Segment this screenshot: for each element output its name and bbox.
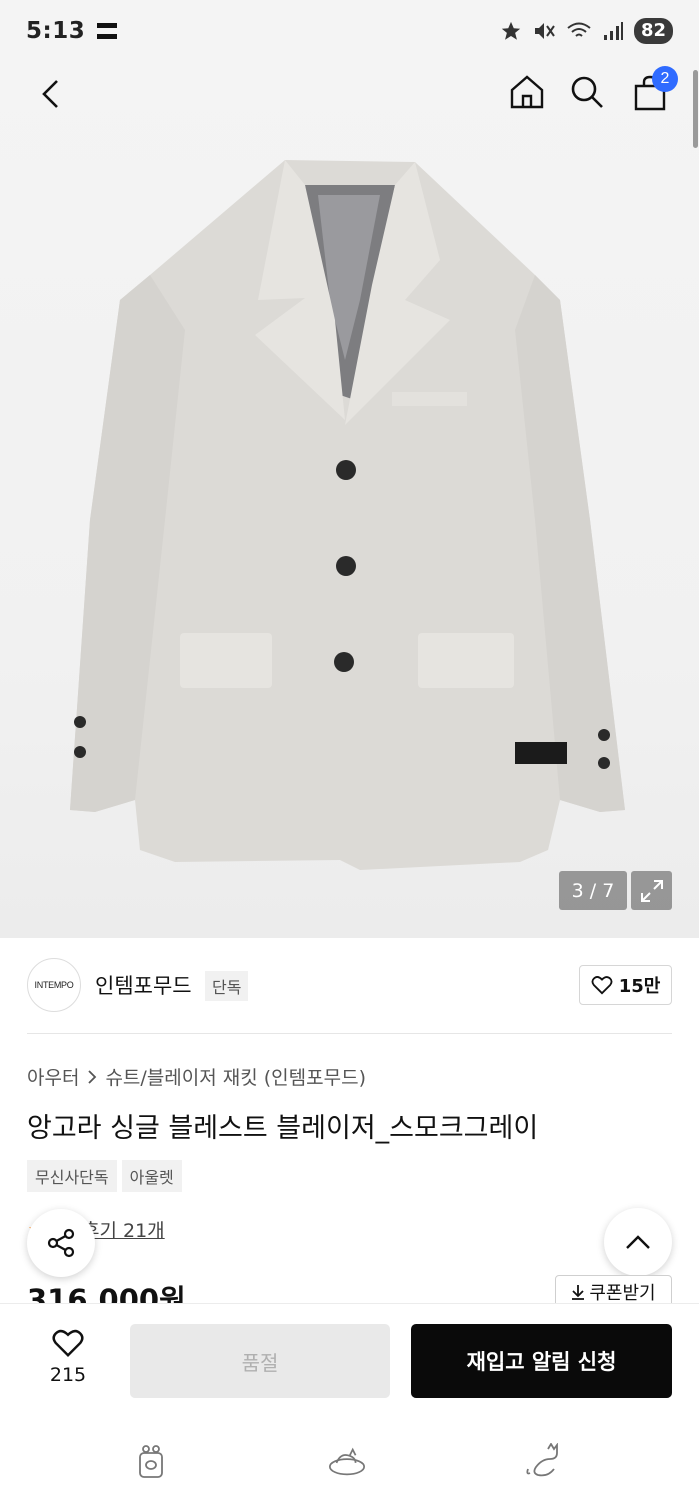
product-image-blazer bbox=[70, 160, 625, 870]
brand-row: INTEMPO 인템포무드 단독 15만 bbox=[27, 956, 672, 1016]
status-time: 5:13 bbox=[26, 18, 86, 44]
product-price: 316,000원 bbox=[27, 1283, 186, 1303]
status-icons: 82 bbox=[500, 18, 673, 44]
home-button[interactable] bbox=[506, 70, 548, 114]
mute-icon bbox=[534, 23, 555, 39]
breadcrumb-category[interactable]: 아우터 bbox=[27, 1063, 79, 1090]
cart-button[interactable]: 2 bbox=[630, 66, 678, 114]
search-button[interactable] bbox=[566, 70, 608, 114]
tag-exclusive: 무신사단독 bbox=[27, 1160, 117, 1192]
star-icon bbox=[501, 21, 521, 40]
product-title: 앙고라 싱글 블레스트 블레이저_스모크그레이 bbox=[27, 1113, 539, 1144]
gallery-page-counter: 3 / 7 bbox=[559, 871, 627, 910]
scroll-to-top-button[interactable] bbox=[604, 1208, 672, 1276]
chevron-up-icon bbox=[626, 1235, 650, 1249]
cart-count-badge: 2 bbox=[652, 66, 678, 92]
notification-icon bbox=[97, 23, 118, 39]
tab-cat[interactable] bbox=[523, 1441, 563, 1481]
heart-icon bbox=[52, 1329, 84, 1358]
brand-like-count: 15만 bbox=[618, 976, 661, 997]
coupon-label: 쿠폰받기 bbox=[589, 1283, 656, 1304]
status-bar: 5:13 82 bbox=[0, 0, 699, 62]
divider bbox=[27, 1033, 672, 1034]
tab-cat-bed[interactable] bbox=[327, 1441, 367, 1481]
soldout-button: 품절 bbox=[130, 1324, 390, 1398]
tab-paw[interactable] bbox=[131, 1441, 171, 1481]
product-image-gallery[interactable]: 3 / 7 bbox=[0, 0, 699, 938]
download-icon bbox=[572, 1285, 585, 1300]
chevron-right-icon bbox=[88, 1069, 97, 1084]
exclusive-badge: 단독 bbox=[205, 971, 249, 1001]
wishlist-count: 215 bbox=[49, 1364, 87, 1386]
wifi-icon bbox=[567, 22, 591, 37]
back-button[interactable] bbox=[30, 72, 70, 116]
share-icon bbox=[47, 1228, 75, 1258]
restock-alert-button[interactable]: 재입고 알림 신청 bbox=[411, 1324, 672, 1398]
breadcrumb: 아우터 슈트/블레이저 재킷 (인템포무드) bbox=[27, 1063, 366, 1090]
cat-bed-icon bbox=[329, 1447, 365, 1476]
expand-icon bbox=[640, 879, 663, 902]
purchase-bar: 215 품절 재입고 알림 신청 bbox=[0, 1303, 699, 1413]
expand-image-button[interactable] bbox=[631, 871, 672, 910]
bottom-tab-bar bbox=[0, 1413, 699, 1500]
breadcrumb-subcategory[interactable]: 슈트/블레이저 재킷 (인템포무드) bbox=[105, 1063, 366, 1090]
heart-icon bbox=[591, 976, 613, 995]
signal-icon bbox=[603, 22, 623, 40]
chevron-left-icon bbox=[42, 80, 58, 108]
home-icon bbox=[510, 75, 544, 109]
paw-icon bbox=[139, 1445, 163, 1478]
battery-level: 82 bbox=[633, 18, 673, 44]
share-button[interactable] bbox=[27, 1209, 95, 1277]
wishlist-button[interactable]: 215 bbox=[38, 1328, 98, 1386]
cat-icon bbox=[526, 1443, 558, 1477]
brand-like-button[interactable]: 15만 bbox=[579, 965, 672, 1005]
brand-logo[interactable]: INTEMPO bbox=[27, 958, 81, 1012]
tag-outlet: 아울렛 bbox=[121, 1160, 182, 1192]
brand-name[interactable]: 인템포무드 bbox=[95, 970, 192, 1000]
search-icon bbox=[571, 76, 603, 108]
product-tags: 무신사단독 아울렛 bbox=[27, 1160, 182, 1192]
top-navigation: 2 bbox=[0, 62, 699, 126]
